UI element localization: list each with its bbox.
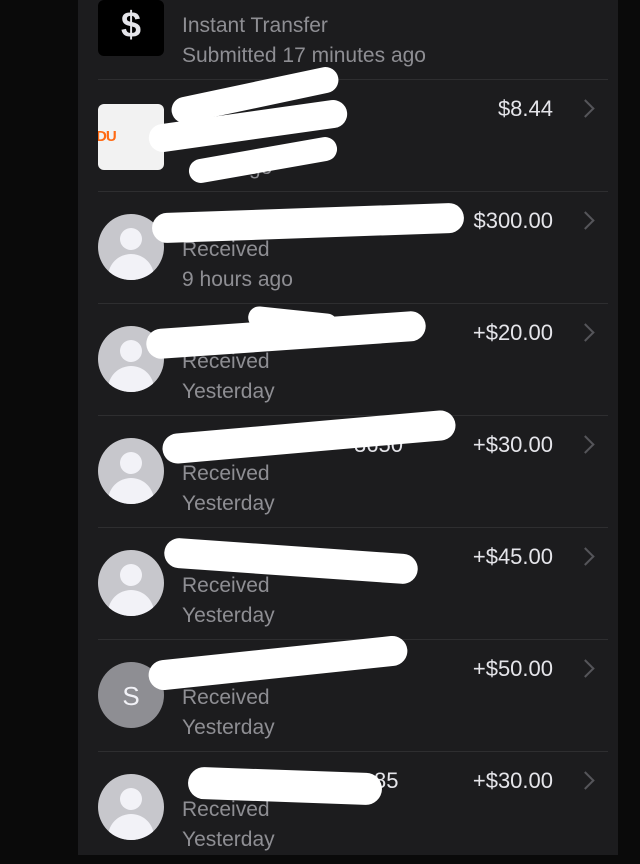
transaction-amount: +$45.00 xyxy=(472,544,553,569)
redaction-mark xyxy=(187,766,383,806)
transaction-status: Received xyxy=(182,686,270,709)
chevron-right-icon xyxy=(576,771,595,790)
transaction-status: Instant Transfer xyxy=(182,14,328,37)
transaction-time: 9 hours ago xyxy=(182,268,293,291)
transaction-time: Submitted 17 minutes ago xyxy=(182,44,426,67)
transaction-row-instant-transfer[interactable]: $ Instant Transfer Submitted 17 minutes … xyxy=(78,0,618,80)
chevron-right-icon xyxy=(576,435,595,454)
transaction-time: Yesterday xyxy=(182,716,275,739)
transaction-amount: $300.00 xyxy=(473,208,553,233)
transaction-time: Yesterday xyxy=(182,492,275,515)
person-icon xyxy=(98,774,164,840)
chevron-right-icon xyxy=(576,99,595,118)
dollar-icon: $ xyxy=(98,0,164,56)
transaction-time: Yesterday xyxy=(182,604,275,627)
person-icon xyxy=(98,438,164,504)
transaction-row[interactable]: 85 Received Yesterday +$30.00 xyxy=(78,752,618,864)
transaction-amount: +$20.00 xyxy=(472,320,553,345)
transaction-amount: +$30.00 xyxy=(472,768,553,793)
activity-list: $ Instant Transfer Submitted 17 minutes … xyxy=(78,0,618,855)
transaction-status: Received xyxy=(182,798,270,821)
chevron-right-icon xyxy=(576,547,595,566)
transaction-row[interactable]: Received Yesterday +$45.00 xyxy=(78,528,618,640)
transaction-time: Yesterday xyxy=(182,380,275,403)
transaction-amount: $8.44 xyxy=(497,96,553,121)
person-icon xyxy=(98,550,164,616)
chevron-right-icon xyxy=(576,659,595,678)
transaction-time: Yesterday xyxy=(182,828,275,851)
chevron-right-icon xyxy=(576,211,595,230)
transaction-status: Received xyxy=(182,462,270,485)
transaction-amount: +$30.00 xyxy=(472,432,553,457)
transaction-amount: +$50.00 xyxy=(472,656,553,681)
transaction-status: Received xyxy=(182,574,270,597)
chevron-right-icon xyxy=(576,323,595,342)
